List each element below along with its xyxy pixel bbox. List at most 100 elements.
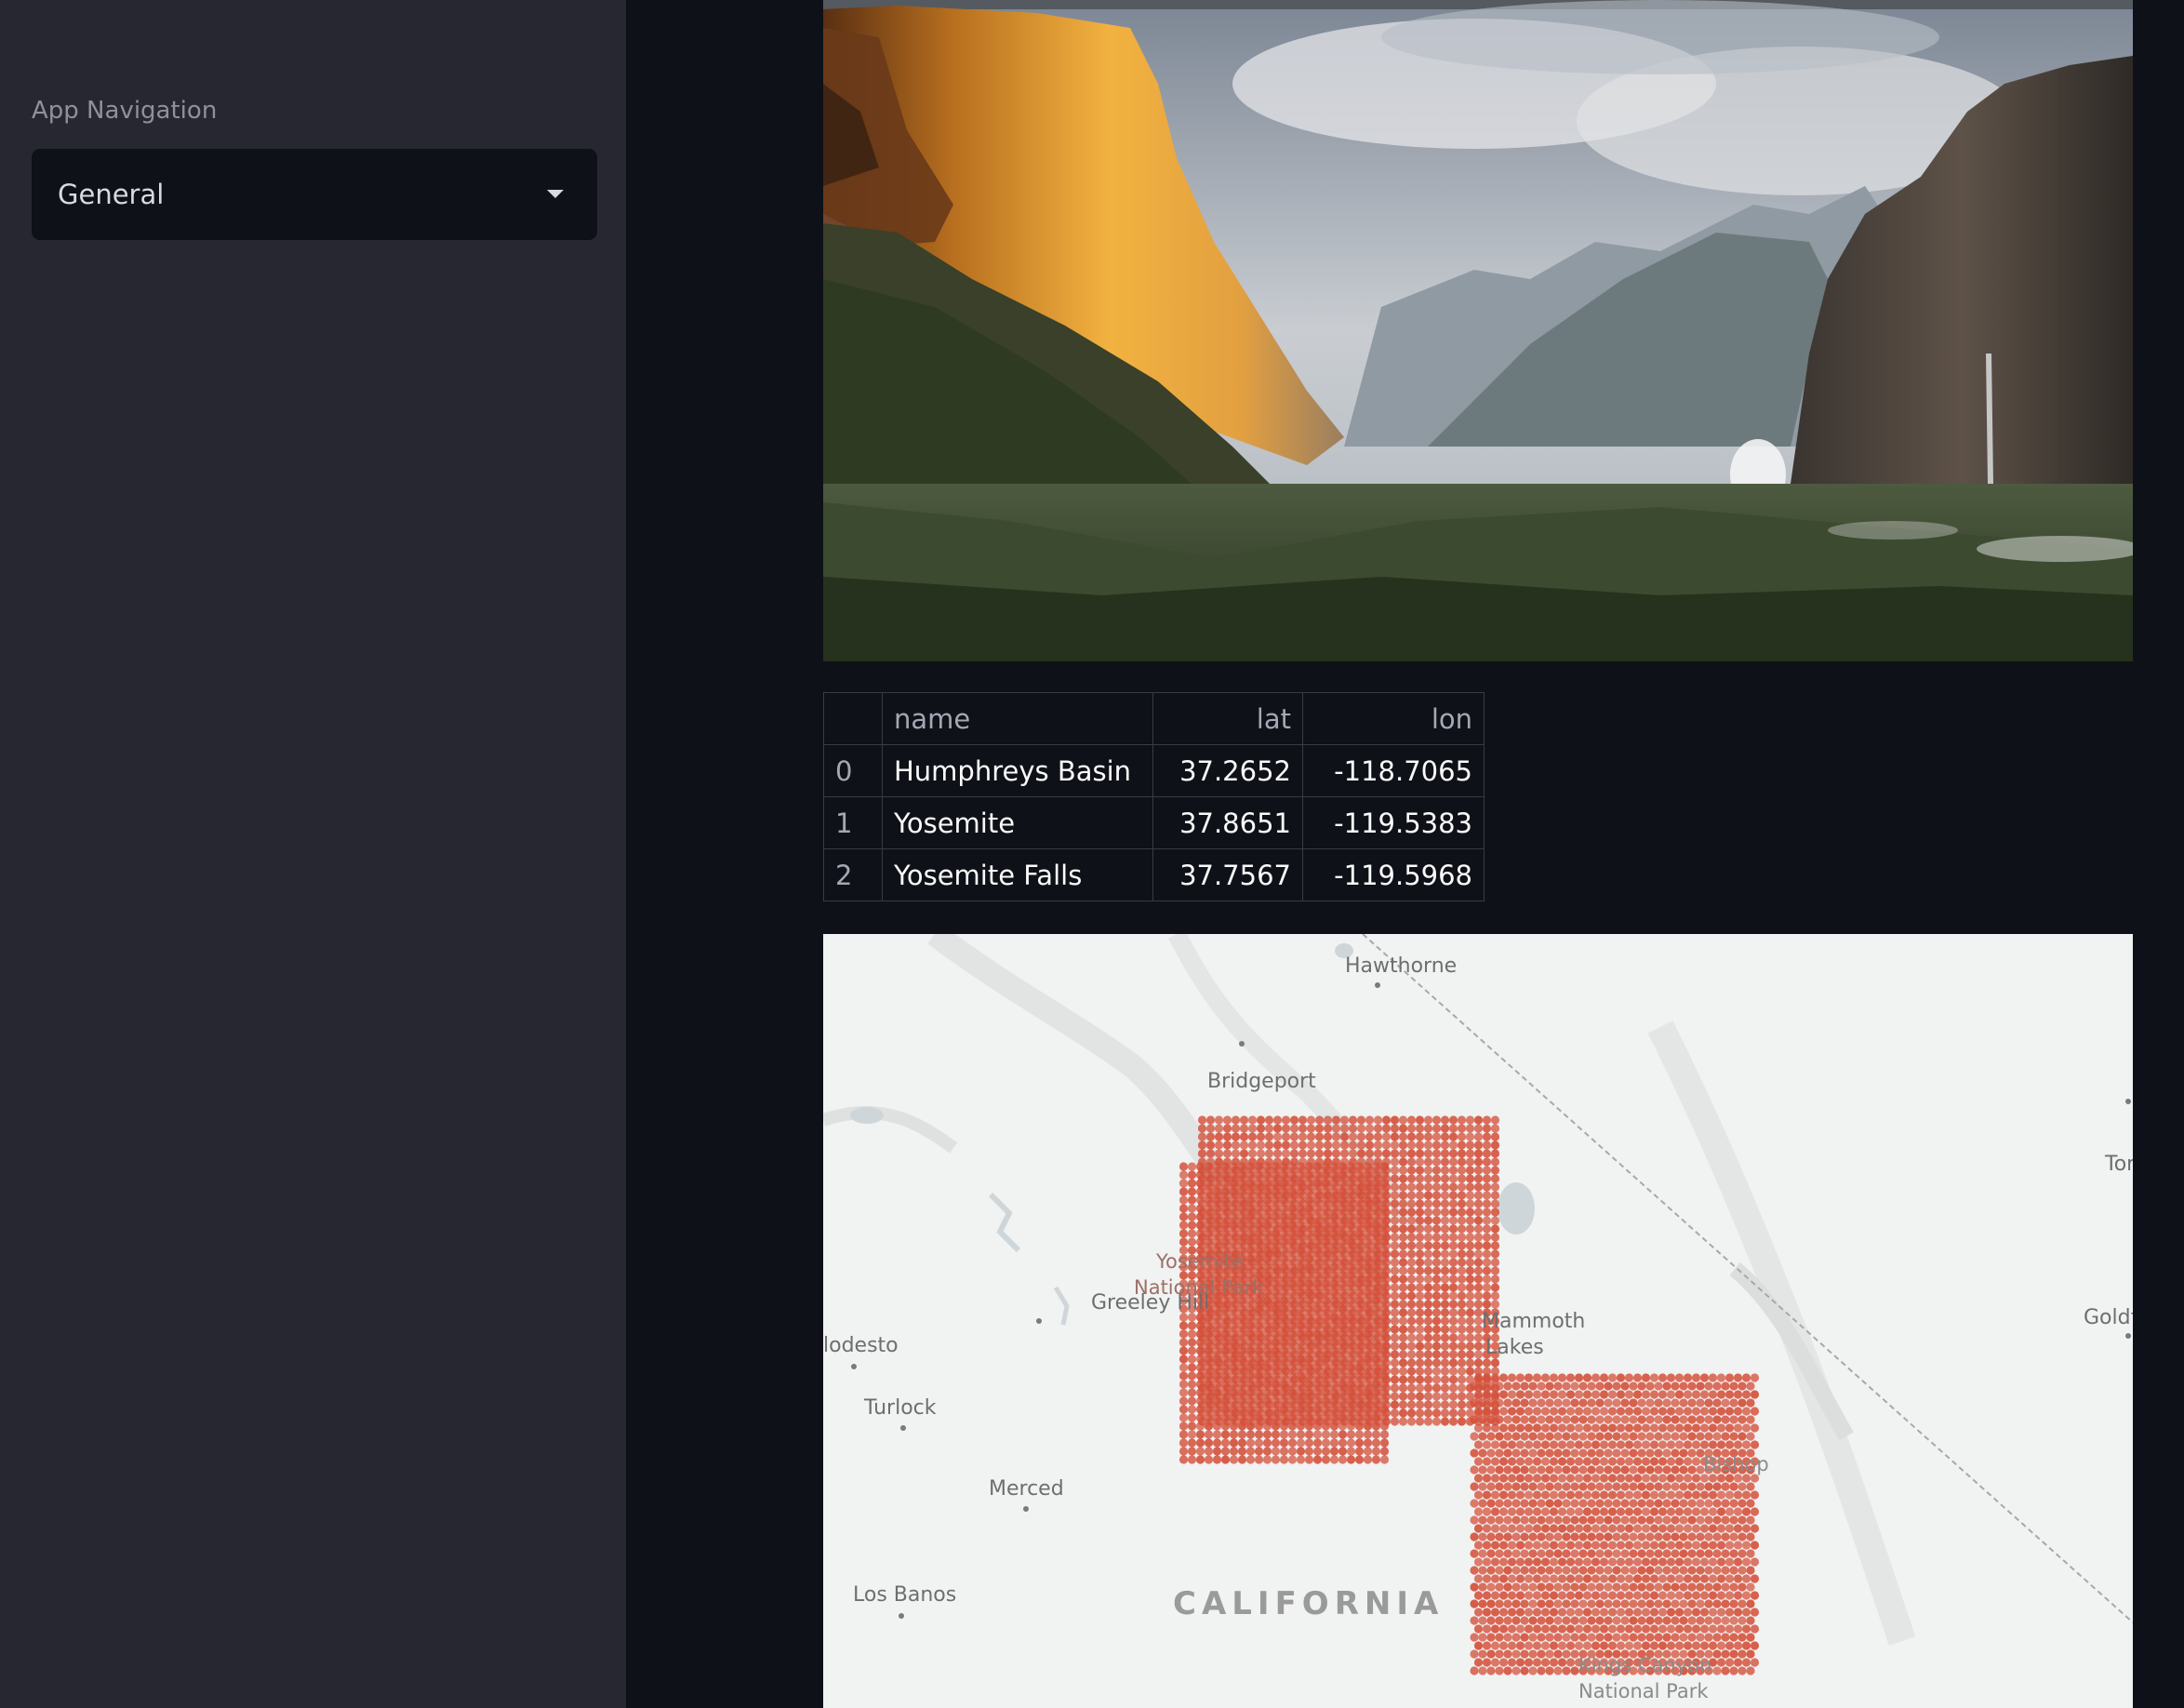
hexbin-cell <box>1637 1499 1646 1508</box>
hexbin-cell <box>1562 1666 1571 1675</box>
hexbin-cell <box>1296 1271 1306 1280</box>
hexbin-cell <box>1537 1616 1546 1625</box>
hexbin-cell <box>1587 1482 1596 1491</box>
hexbin-cell <box>1415 1182 1425 1192</box>
hexbin-cell <box>1212 1162 1222 1171</box>
hexbin-cell <box>1549 1457 1559 1466</box>
hexbin-cell <box>1398 1224 1408 1234</box>
hexbin-cell <box>1641 1574 1651 1583</box>
hexbin-cell <box>1287 1262 1298 1272</box>
hexbin-cell <box>1338 1262 1348 1272</box>
hexbin-cell <box>1465 1350 1475 1359</box>
hexbin-cell <box>1423 1249 1433 1259</box>
hexbin-cell <box>1465 1149 1475 1158</box>
hexbin-cell <box>1457 1333 1467 1342</box>
chevron-down-icon[interactable] <box>547 190 564 198</box>
hexbin-cell <box>1390 1216 1400 1225</box>
hexbin-cell <box>1329 1354 1339 1364</box>
hexbin-cell <box>1699 1524 1710 1533</box>
hexbin-cell <box>1599 1390 1609 1399</box>
hexbin-cell <box>1220 1438 1231 1448</box>
hexbin-cell <box>1272 1124 1283 1133</box>
hexbin-cell <box>1231 1115 1241 1125</box>
hexbin-cell <box>1338 1237 1348 1247</box>
hexbin-cell <box>1666 1440 1676 1449</box>
hexbin-cell <box>1683 1624 1693 1634</box>
hexbin-cell <box>1398 1115 1408 1125</box>
hexbin-cell <box>1729 1599 1738 1608</box>
hexbin-cell <box>1338 1195 1348 1205</box>
hexbin-cell <box>1490 1157 1500 1167</box>
hexbin-cell <box>1637 1616 1646 1625</box>
hexbin-cell <box>1537 1549 1546 1558</box>
map-label-goldfield: Goldf <box>2084 1306 2133 1329</box>
hexbin-cell <box>1338 1271 1348 1280</box>
hexbin-cell <box>1520 1482 1529 1491</box>
hexbin-cell <box>1312 1363 1323 1372</box>
hexbin-cell <box>1354 1338 1365 1347</box>
hexbin-cell <box>1212 1170 1222 1180</box>
column-header-lon[interactable]: lon <box>1302 692 1485 745</box>
cell-lat: 37.8651 <box>1152 796 1303 849</box>
hexbin-cell <box>1312 1162 1323 1171</box>
hexbin-cell <box>1524 1507 1534 1516</box>
hexbin-cell <box>1520 1515 1529 1525</box>
hexbin-cell <box>1296 1279 1306 1288</box>
hexbin-cell <box>1296 1204 1306 1213</box>
hexbin-cell <box>1262 1170 1272 1180</box>
hexbin-cell <box>1708 1608 1718 1617</box>
hexbin-cell <box>1179 1338 1189 1347</box>
column-header-lat[interactable]: lat <box>1152 692 1303 745</box>
hexbin-cell <box>1237 1304 1247 1314</box>
hexbin-cell <box>1271 1421 1281 1431</box>
hexbin-cell <box>1691 1557 1701 1567</box>
hexbin-cell <box>1582 1373 1592 1382</box>
hexbin-cell <box>1312 1229 1323 1238</box>
column-header-name[interactable]: name <box>882 692 1153 745</box>
hexbin-cell <box>1398 1274 1408 1284</box>
hexbin-cell <box>1729 1582 1738 1592</box>
hexbin-cell <box>1329 1296 1339 1305</box>
hexbin-cell <box>1354 1346 1365 1355</box>
hexbin-cell <box>1507 1541 1517 1550</box>
map-canvas[interactable] <box>823 934 2133 1708</box>
hexbin-cell <box>1637 1582 1646 1592</box>
hexbin-cell <box>1229 1380 1239 1389</box>
hexbin-cell <box>1495 1532 1504 1541</box>
hexbin-cell <box>1212 1212 1222 1221</box>
hexbin-cell <box>1321 1179 1331 1188</box>
hexbin-cell <box>1712 1666 1722 1675</box>
hexbin-cell <box>1354 1170 1365 1180</box>
hexbin-cell <box>1338 1321 1348 1330</box>
hexbin-cell <box>1632 1440 1643 1449</box>
hexbin-cell <box>1637 1415 1646 1424</box>
hexbin-cell <box>1304 1338 1314 1347</box>
hexbin-cell <box>1329 1179 1339 1188</box>
hexbin-cell <box>1237 1221 1247 1230</box>
hexbin-cell <box>1262 1254 1272 1263</box>
hexbin-cell <box>1674 1407 1685 1416</box>
hexbin-cell <box>1478 1566 1487 1575</box>
hexbin-cell <box>1365 1124 1375 1133</box>
hexbin-cell <box>1465 1157 1475 1167</box>
hexbin-cell <box>1432 1358 1442 1368</box>
navigation-select[interactable]: General <box>32 149 597 240</box>
hexbin-cell <box>1247 1149 1258 1158</box>
hexbin-cell <box>1390 1300 1400 1309</box>
hexbin-cell <box>1750 1541 1760 1550</box>
hexbin-cell <box>1262 1313 1272 1322</box>
hexbin-cell <box>1699 1608 1710 1617</box>
map[interactable]: Hawthorne Bridgeport Tono Greeley Hill Y… <box>823 934 2133 1708</box>
hexbin-cell <box>1470 1582 1479 1592</box>
hexbin-cell <box>1179 1396 1189 1406</box>
hexbin-cell <box>1346 1296 1356 1305</box>
hexbin-cell <box>1691 1507 1701 1516</box>
hexbin-cell <box>1371 1271 1381 1280</box>
hexbin-cell <box>1498 1624 1509 1634</box>
hexbin-cell <box>1687 1432 1697 1441</box>
hexbin-cell <box>1708 1557 1718 1567</box>
hexbin-cell <box>1312 1254 1323 1263</box>
hexbin-cell <box>1432 1249 1442 1259</box>
hexbin-cell <box>1398 1166 1408 1175</box>
hexbin-cell <box>1486 1532 1496 1541</box>
